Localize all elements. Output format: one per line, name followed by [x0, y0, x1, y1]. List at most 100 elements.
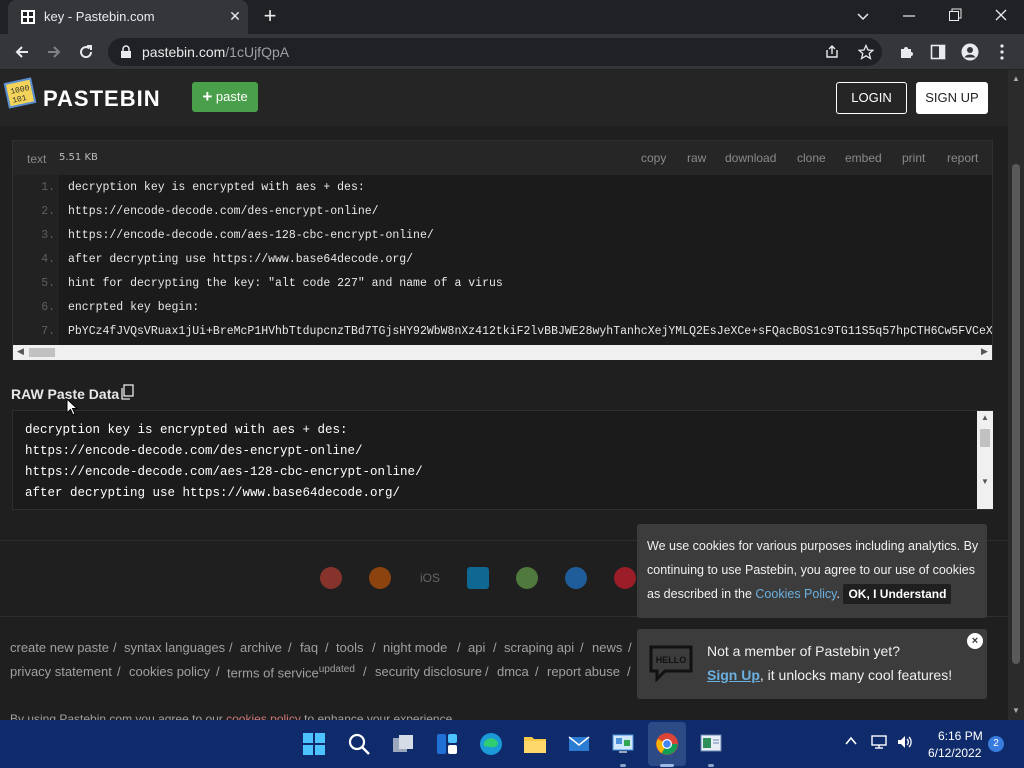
side-panel-icon[interactable]: [924, 38, 952, 66]
raw-paste-textarea[interactable]: decryption key is encrypted with aes + d…: [12, 410, 993, 510]
footer-link-report-abuse[interactable]: report abuse: [547, 664, 620, 679]
pastebin-logo-text[interactable]: PASTEBIN: [43, 86, 161, 112]
firefox-app-icon[interactable]: [369, 567, 391, 589]
new-paste-button[interactable]: + paste: [192, 82, 258, 112]
footer-link-terms-of-service[interactable]: terms of serviceupdated: [227, 664, 355, 680]
address-bar[interactable]: pastebin.com/1cUjfQpA: [108, 38, 882, 66]
footer-link-faq[interactable]: faq: [300, 640, 318, 655]
lock-icon[interactable]: [120, 45, 132, 59]
remote-desktop-icon[interactable]: [699, 732, 723, 756]
paste-button-label: paste: [215, 89, 248, 104]
mail-icon[interactable]: [567, 732, 591, 756]
extensions-icon[interactable]: [892, 38, 920, 66]
cookies-policy-link[interactable]: cookies policy: [226, 712, 301, 720]
scroll-left-arrow-icon[interactable]: ◀: [17, 346, 24, 357]
scrollbar-thumb[interactable]: [29, 348, 55, 357]
clock-date[interactable]: 6/12/2022: [928, 746, 981, 760]
footer-link-api[interactable]: api: [468, 640, 485, 655]
chrome-icon[interactable]: [655, 732, 679, 756]
tab-search-icon[interactable]: [840, 2, 886, 30]
macos-app-icon[interactable]: [565, 567, 587, 589]
reload-icon[interactable]: [72, 38, 100, 66]
tray-overflow-chevron-icon[interactable]: [844, 734, 858, 751]
notification-badge[interactable]: 2: [988, 736, 1004, 752]
footer-separator: /: [535, 664, 539, 679]
mouse-cursor-icon: [66, 398, 78, 416]
line-number: 4.: [41, 253, 55, 266]
network-icon[interactable]: [870, 734, 888, 753]
footer-link-night-mode[interactable]: night mode: [383, 640, 447, 655]
line-number: 6.: [41, 301, 55, 314]
raw-line: decryption key is encrypted with aes + d…: [25, 423, 348, 437]
footer-link-security-disclosure[interactable]: security disclosure: [375, 664, 482, 679]
tab-close-icon[interactable]: ✕: [224, 5, 246, 27]
raw-link[interactable]: raw: [687, 151, 706, 165]
minimize-icon[interactable]: [886, 2, 932, 30]
windows-start-icon[interactable]: [302, 732, 326, 756]
scroll-up-arrow-icon[interactable]: ▲: [1012, 74, 1020, 83]
share-icon[interactable]: [824, 44, 840, 60]
footer-link-news[interactable]: news: [592, 640, 622, 655]
cookies-notice-text: By using Pastebin.com you agree to our c…: [10, 712, 456, 720]
footer-link-scraping-api[interactable]: scraping api: [504, 640, 574, 655]
member-signup-link[interactable]: Sign Up: [707, 667, 760, 683]
footer-link-privacy-statement[interactable]: privacy statement: [10, 664, 112, 679]
footer-link-archive[interactable]: archive: [240, 640, 282, 655]
cookies-policy-link[interactable]: Cookies Policy: [755, 587, 836, 601]
scroll-down-arrow-icon[interactable]: ▼: [1012, 706, 1020, 715]
edge-browser-icon[interactable]: [479, 732, 503, 756]
footer-link-dmca[interactable]: dmca: [497, 664, 529, 679]
forward-icon[interactable]: [40, 38, 68, 66]
pastebin-logo-icon[interactable]: 1000 101: [3, 76, 37, 110]
clock-time[interactable]: 6:16 PM: [938, 729, 983, 743]
task-view-icon[interactable]: [391, 732, 415, 756]
footer-separator: /: [363, 664, 367, 679]
report-link[interactable]: report: [947, 151, 978, 165]
back-icon[interactable]: [8, 38, 36, 66]
footer-link-tools[interactable]: tools: [336, 640, 363, 655]
line-text: PbYCz4fJVQsVRuax1jUi+BreMcP1HVhbTtdupcnz…: [68, 325, 992, 338]
login-button[interactable]: LOGIN: [836, 82, 907, 114]
syntax-label[interactable]: text: [27, 152, 46, 166]
restore-icon[interactable]: [932, 2, 978, 30]
scroll-up-arrow-icon[interactable]: ▲: [981, 413, 989, 422]
raw-line: https://encode-decode.com/aes-128-cbc-en…: [25, 465, 423, 479]
scroll-down-arrow-icon[interactable]: ▼: [981, 477, 989, 486]
chrome-menu-icon[interactable]: [988, 38, 1016, 66]
footer-separator: /: [493, 640, 497, 655]
cookie-accept-button[interactable]: OK, I Understand: [843, 584, 952, 604]
new-tab-button[interactable]: +: [258, 5, 282, 29]
bookmark-star-icon[interactable]: [858, 44, 874, 60]
volume-icon[interactable]: [896, 734, 914, 753]
footer-link-cookies-policy[interactable]: cookies policy: [129, 664, 210, 679]
android-app-icon[interactable]: [516, 567, 538, 589]
close-icon[interactable]: ×: [967, 633, 983, 649]
print-link[interactable]: print: [902, 151, 925, 165]
signup-button[interactable]: SIGN UP: [916, 82, 988, 114]
chrome-app-icon[interactable]: [320, 567, 342, 589]
page-vertical-scrollbar[interactable]: ▲ ▼: [1008, 70, 1024, 720]
line-text: decryption key is encrypted with aes + d…: [68, 181, 365, 194]
browser-tab[interactable]: key - Pastebin.com ✕: [8, 0, 248, 34]
control-panel-icon[interactable]: [611, 732, 635, 756]
copy-clipboard-icon[interactable]: [120, 384, 134, 400]
ios-app-icon[interactable]: iOS: [420, 571, 440, 585]
close-window-icon[interactable]: [978, 2, 1024, 30]
clone-link[interactable]: clone: [797, 151, 826, 165]
download-link[interactable]: download: [725, 151, 776, 165]
raw-vertical-scrollbar[interactable]: ▲ ▼: [977, 411, 993, 509]
horizontal-scrollbar[interactable]: ◀ ▶: [13, 345, 992, 360]
footer-link-syntax-languages[interactable]: syntax languages: [124, 640, 225, 655]
opera-app-icon[interactable]: [614, 567, 636, 589]
profile-avatar-icon[interactable]: [956, 38, 984, 66]
scrollbar-thumb[interactable]: [1012, 164, 1020, 664]
windows-app-icon[interactable]: [467, 567, 489, 589]
search-icon[interactable]: [347, 732, 371, 756]
widgets-icon[interactable]: [435, 732, 459, 756]
scrollbar-thumb[interactable]: [980, 429, 990, 447]
footer-link-create-new-paste[interactable]: create new paste: [10, 640, 109, 655]
embed-link[interactable]: embed: [845, 151, 882, 165]
copy-link[interactable]: copy: [641, 151, 666, 165]
file-explorer-icon[interactable]: [523, 732, 547, 756]
scroll-right-arrow-icon[interactable]: ▶: [981, 346, 988, 357]
